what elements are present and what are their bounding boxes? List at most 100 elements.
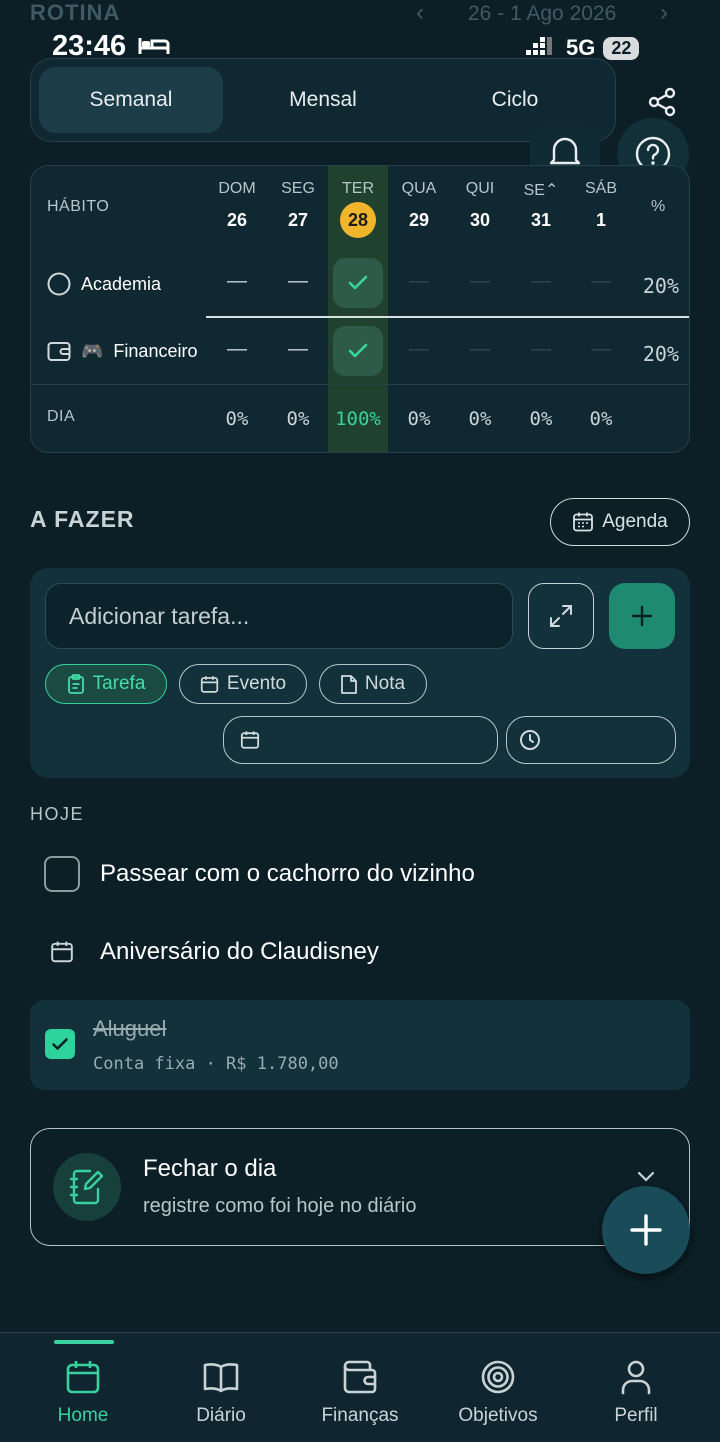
day-name: QUA (401, 180, 437, 197)
tab-mensal[interactable]: Mensal (231, 67, 415, 133)
tab-semanal[interactable]: Semanal (39, 67, 223, 133)
percent-column-header: % (651, 198, 666, 215)
new-task-card: Adicionar tarefa... Tarefa Evento Nota (30, 568, 690, 778)
habit-cell-future: — (409, 338, 429, 360)
day-number[interactable]: 29 (389, 210, 449, 231)
nav-label: Finanças (321, 1405, 399, 1426)
habit-cell-future: — (470, 270, 490, 292)
add-task-button[interactable] (609, 583, 675, 649)
time-picker[interactable] (506, 716, 676, 764)
habit-cell-future: — (591, 270, 611, 292)
clock-icon (520, 730, 540, 750)
nav-diario[interactable]: Diário (161, 1333, 281, 1442)
chip-label: Evento (226, 673, 287, 694)
close-day-card[interactable]: Fechar o dia registre como foi hoje no d… (30, 1128, 690, 1246)
habit-cell-checked[interactable] (333, 258, 383, 308)
nav-financas[interactable]: Finanças (300, 1333, 420, 1442)
chip-nota[interactable]: Nota (319, 664, 427, 704)
task-checkbox[interactable] (44, 856, 80, 892)
day-percent: 0% (529, 408, 553, 430)
day-row-label: DIA (47, 408, 76, 425)
target-icon (481, 1360, 515, 1394)
day-number[interactable]: 31 (511, 210, 571, 231)
share-icon (648, 87, 676, 117)
day-name: SE⌃ (523, 182, 559, 199)
expand-button[interactable] (528, 583, 594, 649)
habit-cell-checked[interactable] (333, 326, 383, 376)
calendar-icon (240, 731, 260, 749)
date-picker[interactable] (223, 716, 498, 764)
next-week-icon[interactable]: › (660, 0, 668, 27)
nav-label: Diário (196, 1405, 246, 1426)
expand-icon (550, 605, 572, 627)
day-number-today[interactable]: 28 (328, 202, 388, 238)
day-number[interactable]: 30 (450, 210, 510, 231)
habit-percent: 20% (642, 342, 679, 366)
floating-add-button[interactable] (602, 1186, 690, 1274)
habit-row-financeiro[interactable]: 🎮 Financeiro (47, 340, 197, 362)
day-name: QUI (465, 180, 495, 197)
habit-row-academia[interactable]: Academia (47, 272, 161, 296)
calendar-icon (200, 675, 219, 693)
battery-badge: 22 (603, 36, 640, 60)
signal-icon (526, 37, 552, 55)
task-text: Passear com o cachorro do vizinho (100, 860, 475, 887)
nav-perfil[interactable]: Perfil (576, 1333, 696, 1442)
day-name: TER (342, 180, 374, 197)
today-heading: HOJE (30, 804, 85, 824)
day-number[interactable]: 27 (268, 210, 328, 231)
circle-icon (47, 272, 71, 296)
date-range: 26 - 1 Ago 2026 (468, 2, 617, 25)
habit-cell-future: — (531, 270, 551, 292)
prev-week-icon[interactable]: ‹ (416, 0, 424, 27)
day-number[interactable]: 1 (571, 210, 631, 231)
habit-column-header: HÁBITO (47, 198, 110, 215)
habit-cell-future: — (470, 338, 490, 360)
habit-cell-future: — (531, 338, 551, 360)
habit-cell-empty[interactable]: — (207, 270, 267, 293)
check-icon (348, 343, 368, 358)
habit-cell-empty[interactable]: — (268, 270, 328, 293)
nav-home[interactable]: Home (23, 1333, 143, 1442)
habit-cell-future: — (591, 338, 611, 360)
day-number[interactable]: 26 (207, 210, 267, 231)
calendar-icon (66, 1361, 100, 1394)
day-percent: 0% (286, 408, 310, 430)
wallet-icon (47, 342, 71, 361)
note-icon (341, 674, 357, 694)
chevron-down-icon (637, 1171, 655, 1182)
day-name: SEG (281, 180, 315, 197)
wallet-icon (343, 1360, 377, 1394)
journal-icon-wrap (53, 1153, 121, 1221)
day-percent: 0% (407, 408, 431, 430)
nav-label: Perfil (614, 1405, 658, 1426)
agenda-label: Agenda (602, 511, 668, 532)
gamepad-emoji: 🎮 (81, 340, 104, 361)
completed-checkbox[interactable] (45, 1029, 75, 1059)
plus-icon (630, 1214, 662, 1246)
todo-section-title: A FAZER (30, 506, 135, 532)
nav-label: Home (57, 1405, 109, 1426)
habit-percent: 20% (642, 274, 679, 298)
chip-evento[interactable]: Evento (179, 664, 307, 704)
nav-objetivos[interactable]: Objetivos (438, 1333, 558, 1442)
close-day-title: Fechar o dia (143, 1155, 277, 1182)
agenda-button[interactable]: Agenda (550, 498, 690, 546)
user-icon (621, 1360, 651, 1395)
day-percent-today: 100% (335, 408, 381, 430)
close-day-subtitle: registre como foi hoje no diário (143, 1195, 417, 1217)
active-tab-indicator (54, 1340, 114, 1344)
today-badge: 28 (340, 202, 376, 238)
habit-cell-empty[interactable]: — (207, 338, 267, 361)
task-item[interactable]: Passear com o cachorro do vizinho (44, 856, 475, 892)
completed-item[interactable]: Aluguel Conta fixa · R$ 1.780,00 (30, 1000, 690, 1090)
chip-tarefa[interactable]: Tarefa (45, 664, 167, 704)
day-percent: 0% (468, 408, 492, 430)
page-title: ROTINA (30, 0, 121, 25)
nav-label: Objetivos (458, 1405, 538, 1426)
clipboard-icon (67, 674, 84, 694)
task-input[interactable]: Adicionar tarefa... (45, 583, 513, 649)
event-item[interactable]: Aniversário do Claudisney (50, 938, 379, 966)
share-button[interactable] (640, 80, 684, 124)
habit-cell-empty[interactable]: — (268, 338, 328, 361)
